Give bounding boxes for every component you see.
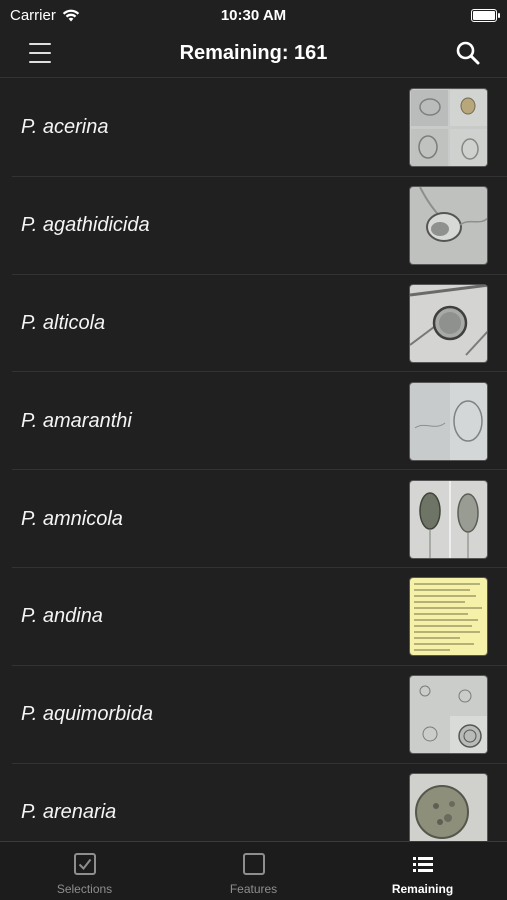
- list-item[interactable]: P. aquimorbida: [0, 666, 507, 764]
- list-item[interactable]: P. acerina: [0, 79, 507, 177]
- list-item[interactable]: P. agathidicida: [0, 177, 507, 275]
- checkbox-icon: [73, 853, 96, 875]
- battery-icon: [471, 8, 500, 22]
- species-name: P. andina: [21, 605, 103, 628]
- tab-features[interactable]: Features: [169, 842, 338, 900]
- list-item[interactable]: P. amaranthi: [0, 372, 507, 470]
- species-name: P. amaranthi: [21, 409, 132, 432]
- micrograph-thumbnail: [409, 675, 488, 755]
- species-name: P. aquimorbida: [21, 703, 153, 726]
- list-icon: [412, 857, 433, 872]
- micrograph-thumbnail: [409, 479, 488, 559]
- species-name: P. agathidicida: [21, 214, 150, 237]
- species-name: P. acerina: [21, 116, 109, 139]
- wifi-icon: [62, 9, 80, 22]
- species-list: P. acerina P. agathidicida P. alticola P…: [0, 79, 507, 841]
- list-item[interactable]: P. amnicola: [0, 470, 507, 568]
- tab-label: Features: [229, 882, 278, 896]
- tab-remaining[interactable]: Remaining: [338, 842, 507, 900]
- species-name: P. amnicola: [21, 507, 123, 530]
- status-bar: Carrier 10:30 AM: [0, 0, 507, 30]
- species-name: P. alticola: [21, 311, 106, 334]
- nav-bar: Remaining: 161: [0, 30, 507, 78]
- list-item[interactable]: P. andina: [0, 568, 507, 666]
- menu-icon[interactable]: [29, 43, 51, 63]
- status-left: Carrier: [10, 7, 80, 24]
- species-name: P. arenaria: [21, 800, 117, 823]
- tab-selections[interactable]: Selections: [0, 842, 169, 900]
- micrograph-thumbnail: [409, 283, 488, 363]
- micrograph-thumbnail: [409, 381, 488, 461]
- list-item[interactable]: P. alticola: [0, 275, 507, 373]
- tab-label: Selections: [56, 882, 113, 896]
- list-item[interactable]: P. arenaria: [0, 764, 507, 841]
- square-icon: [242, 853, 265, 875]
- carrier-label: Carrier: [10, 6, 56, 24]
- sequence-thumbnail: [409, 577, 488, 657]
- micrograph-thumbnail: [409, 186, 488, 266]
- tab-bar: Selections Features Remaining: [0, 841, 507, 900]
- tab-label: Remaining: [391, 882, 454, 896]
- search-icon[interactable]: [455, 40, 481, 66]
- page-title: Remaining: 161: [179, 42, 328, 64]
- micrograph-thumbnail: [409, 88, 488, 168]
- micrograph-thumbnail: [409, 772, 488, 841]
